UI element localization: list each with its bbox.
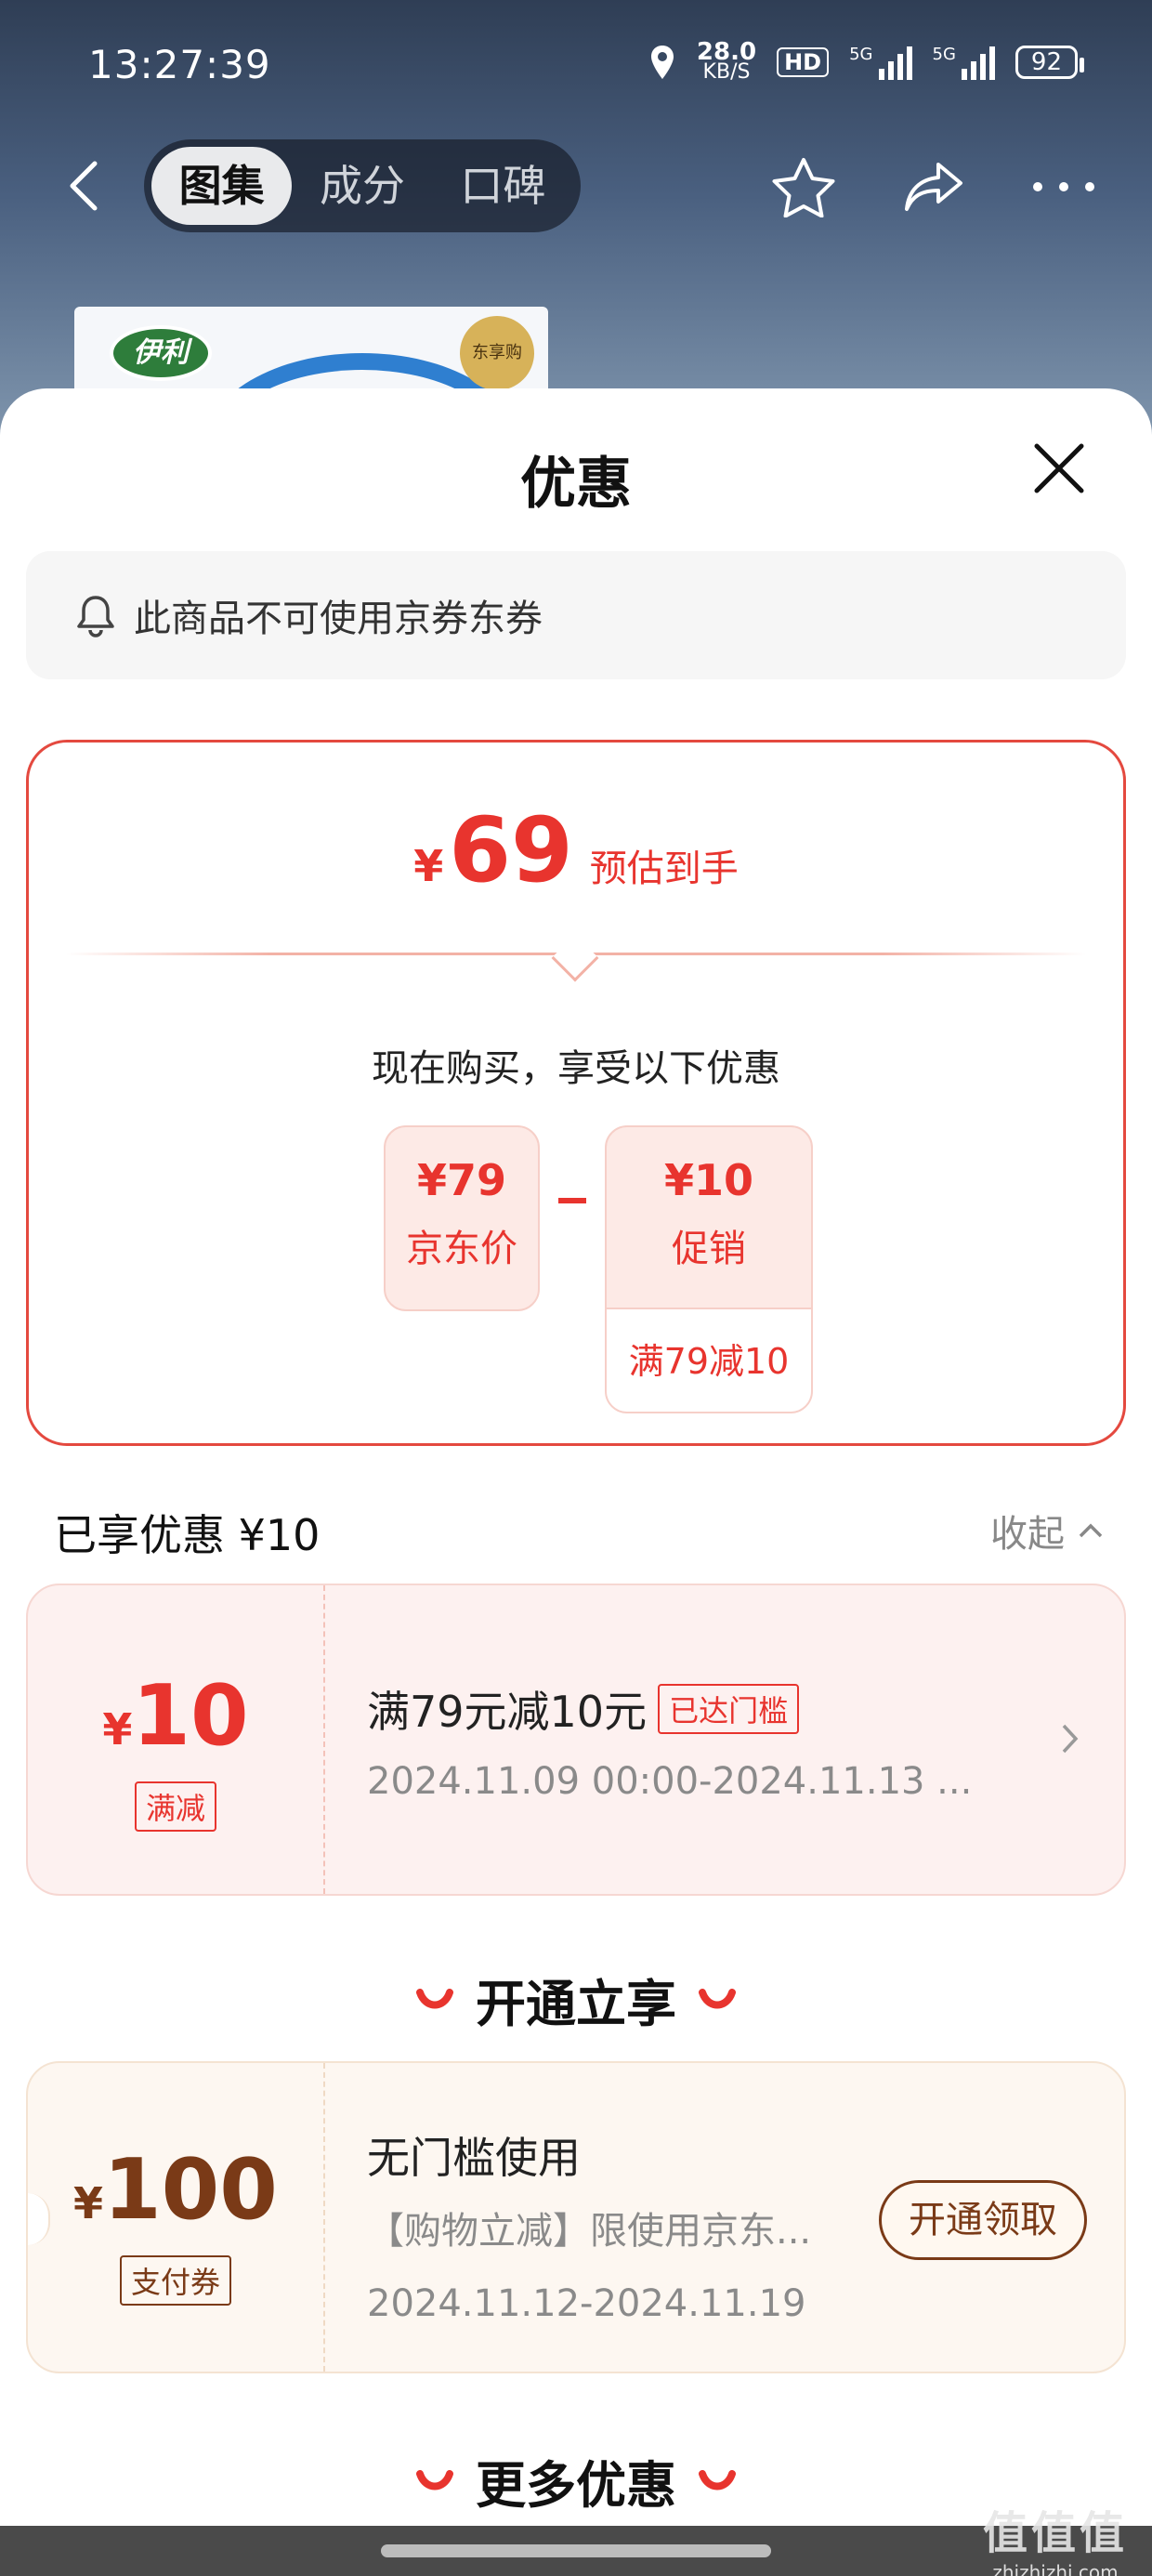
coupon-period: 2024.11.09 00:00-2024.11.13 ... <box>367 1760 973 1803</box>
tab-reviews[interactable]: 口碑 <box>433 147 573 225</box>
share-icon[interactable] <box>901 159 966 215</box>
discount-sheet: 优惠 此商品不可使用京券东券 ¥ 69 预估到手 现在购买，享受以下优惠 ¥79… <box>0 388 1152 2576</box>
back-arrow-icon[interactable] <box>65 160 102 212</box>
more-icon[interactable] <box>1031 180 1096 193</box>
coupon-desc: 【购物立减】限使用京东... <box>367 2210 812 2253</box>
hd-icon: HD <box>777 47 830 77</box>
status-bar: 13:27:39 28.0 KB/S HD 5G 5G 92 <box>0 0 1152 139</box>
location-icon <box>650 46 674 79</box>
coupon-amount: 10 <box>132 1667 249 1765</box>
battery-icon: 92 <box>1015 46 1085 79</box>
section-open-header: 开通立享 <box>0 1963 1152 2036</box>
segmented-tabs: 图集 成分 口碑 <box>144 139 581 232</box>
promo-box: ¥10 促销 满79减10 <box>605 1125 813 1413</box>
jd-price-box: ¥79 京东价 <box>384 1125 540 1311</box>
chevron-right-icon <box>1062 1724 1079 1754</box>
status-icons: 28.0 KB/S HD 5G 5G 92 <box>648 38 1085 84</box>
tab-ingredients[interactable]: 成分 <box>292 147 432 225</box>
star-icon[interactable] <box>771 156 836 217</box>
enjoyed-total: 已享优惠 ¥10 <box>54 1510 321 1560</box>
coupon-title: 满79元减10元 <box>367 1687 648 1737</box>
payment-coupon: ¥ 100 支付券 无门槛使用 【购物立减】限使用京东... 2024.11.1… <box>26 2061 1126 2373</box>
coupon-type-tag: 满减 <box>134 1781 216 1832</box>
chevron-up-icon <box>1079 1523 1103 1538</box>
coupon-title: 无门槛使用 <box>367 2133 581 2183</box>
signal-icon: 5G <box>849 45 912 80</box>
tab-gallery[interactable]: 图集 <box>151 147 293 225</box>
net-speed: 28.0 KB/S <box>696 38 757 84</box>
estimate-card: ¥ 69 预估到手 现在购买，享受以下优惠 ¥79 京东价 ¥10 促销 满79… <box>26 740 1126 1446</box>
smile-decoration-icon <box>416 2469 453 2490</box>
estimate-subtitle: 现在购买，享受以下优惠 <box>372 1047 780 1090</box>
bell-icon <box>77 596 114 637</box>
signal-icon-2: 5G <box>933 45 995 80</box>
status-time: 13:27:39 <box>88 42 271 87</box>
close-icon[interactable] <box>1031 440 1087 496</box>
coupon-amount: 100 <box>103 2141 278 2239</box>
coupon-period: 2024.11.12-2024.11.19 <box>367 2282 806 2325</box>
enjoyed-header: 已享优惠 ¥10 收起 <box>54 1494 1104 1560</box>
full-reduction-coupon[interactable]: ¥ 10 满减 满79元减10元 已达门槛 2024.11.09 00:00-2… <box>26 1584 1126 1896</box>
threshold-badge: 已达门槛 <box>658 1684 800 1734</box>
nav-actions <box>771 156 1096 217</box>
smile-decoration-icon <box>699 2469 736 2490</box>
notice-bar: 此商品不可使用京券东券 <box>26 551 1126 679</box>
coupon-amount-panel: ¥ 100 支付券 <box>28 2063 325 2372</box>
collapse-button[interactable]: 收起 <box>990 1504 1104 1557</box>
quality-seal: 东享购 <box>460 316 534 390</box>
coupon-amount-panel: ¥ 10 满减 <box>28 1585 325 1894</box>
notice-text: 此商品不可使用京券东券 <box>134 598 543 640</box>
watermark: 值值值 zhizhizhi.com <box>982 2507 1128 2576</box>
promo-detail: 满79减10 <box>607 1308 811 1412</box>
brand-logo: 伊利 <box>110 325 212 381</box>
top-nav: 图集 成分 口碑 <box>0 139 1152 232</box>
sheet-title: 优惠 <box>520 452 632 517</box>
home-indicator[interactable] <box>381 2544 771 2557</box>
smile-decoration-icon <box>416 1988 453 2008</box>
coupon-type-tag: 支付券 <box>119 2255 231 2306</box>
minus-sign <box>558 1198 586 1203</box>
section-more-header: 更多优惠 <box>0 2444 1152 2517</box>
divider-notch <box>551 934 599 982</box>
home-indicator-bar <box>0 2526 1152 2576</box>
estimated-price: ¥ 69 预估到手 <box>413 798 739 902</box>
smile-decoration-icon <box>699 1988 736 2008</box>
activate-claim-button[interactable]: 开通领取 <box>879 2180 1087 2260</box>
